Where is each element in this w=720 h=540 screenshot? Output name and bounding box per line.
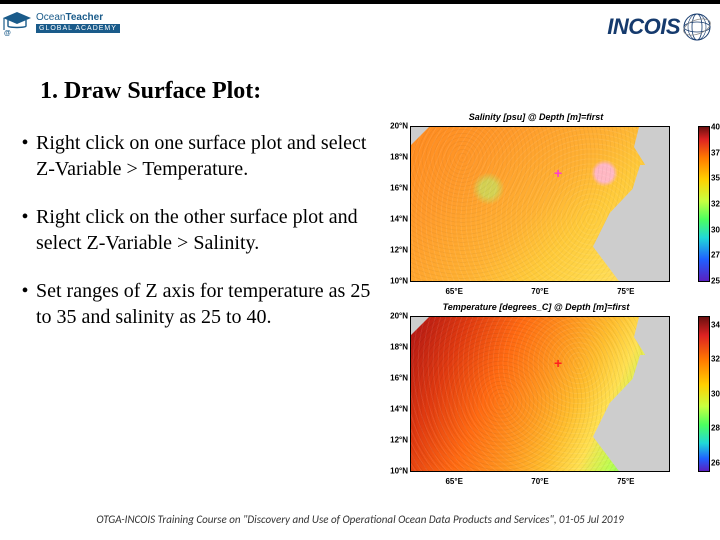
- xtick: 65°E: [445, 477, 462, 486]
- colorbar: 40 37.5 35 32.5 30 27.5 25: [698, 126, 710, 282]
- footer-text: OTGA-INCOIS Training Course on "Discover…: [0, 513, 720, 526]
- cbtick: 25: [711, 277, 720, 286]
- ytick: 20°N: [382, 312, 408, 321]
- globe-icon: [682, 12, 712, 42]
- ytick: 18°N: [382, 343, 408, 352]
- cbtick: 30: [711, 225, 720, 234]
- marker-cross-icon: +: [554, 355, 562, 371]
- xtick: 75°E: [617, 477, 634, 486]
- list-item: • Set ranges of Z axis for temperature a…: [14, 278, 374, 330]
- ytick: 10°N: [382, 277, 408, 286]
- cbtick: 30: [711, 390, 720, 399]
- logo-word-2: Teacher: [65, 12, 103, 23]
- plot-axes: +: [410, 316, 670, 472]
- temperature-plot: Temperature [degrees_C] @ Depth [m]=firs…: [382, 302, 720, 488]
- ytick: 16°N: [382, 374, 408, 383]
- header: @ OceanTeacher GLOBAL ACADEMY INCOIS: [0, 0, 720, 56]
- bullet-list: • Right click on one surface plot and se…: [14, 130, 374, 352]
- ytick: 14°N: [382, 215, 408, 224]
- cbtick: 37.5: [711, 148, 720, 157]
- cbtick: 26: [711, 459, 720, 468]
- xtick: 70°E: [531, 287, 548, 296]
- bullet-text: Right click on one surface plot and sele…: [36, 130, 374, 182]
- ytick: 12°N: [382, 246, 408, 255]
- cbtick: 32: [711, 354, 720, 363]
- bullet-text: Right click on the other surface plot an…: [36, 204, 374, 256]
- incois-logo: INCOIS: [607, 12, 712, 42]
- ytick: 16°N: [382, 184, 408, 193]
- svg-text:@: @: [4, 30, 11, 36]
- xtick: 70°E: [531, 477, 548, 486]
- plot-title: Temperature [degrees_C] @ Depth [m]=firs…: [382, 302, 690, 312]
- cbtick: 32.5: [711, 200, 720, 209]
- logo-word-1: Ocean: [36, 12, 65, 23]
- oceanteacher-logo: @ OceanTeacher GLOBAL ACADEMY: [2, 10, 120, 36]
- cbtick: 35: [711, 174, 720, 183]
- ytick: 18°N: [382, 153, 408, 162]
- cbtick: 34: [711, 320, 720, 329]
- colorbar: 34 32 30 28 26: [698, 316, 710, 472]
- ytick: 12°N: [382, 436, 408, 445]
- plot-axes: +: [410, 126, 670, 282]
- incois-word: INCOIS: [607, 14, 680, 40]
- list-item: • Right click on the other surface plot …: [14, 204, 374, 256]
- xtick: 65°E: [445, 287, 462, 296]
- cbtick: 40: [711, 123, 720, 132]
- ytick: 20°N: [382, 122, 408, 131]
- oceanteacher-text: OceanTeacher GLOBAL ACADEMY: [36, 13, 120, 33]
- bullet-text: Set ranges of Z axis for temperature as …: [36, 278, 374, 330]
- plot-title: Salinity [psu] @ Depth [m]=first: [382, 112, 690, 122]
- xtick: 75°E: [617, 287, 634, 296]
- ytick: 10°N: [382, 467, 408, 476]
- salinity-plot: Salinity [psu] @ Depth [m]=first 20°N 18…: [382, 112, 720, 298]
- grad-cap-icon: @: [2, 10, 32, 36]
- list-item: • Right click on one surface plot and se…: [14, 130, 374, 182]
- cbtick: 28: [711, 423, 720, 432]
- ytick: 14°N: [382, 405, 408, 414]
- page-title: 1. Draw Surface Plot:: [40, 78, 261, 105]
- cbtick: 27.5: [711, 251, 720, 260]
- figures: Salinity [psu] @ Depth [m]=first 20°N 18…: [382, 112, 720, 492]
- marker-cross-icon: +: [554, 165, 562, 181]
- logo-subtitle: GLOBAL ACADEMY: [36, 24, 120, 33]
